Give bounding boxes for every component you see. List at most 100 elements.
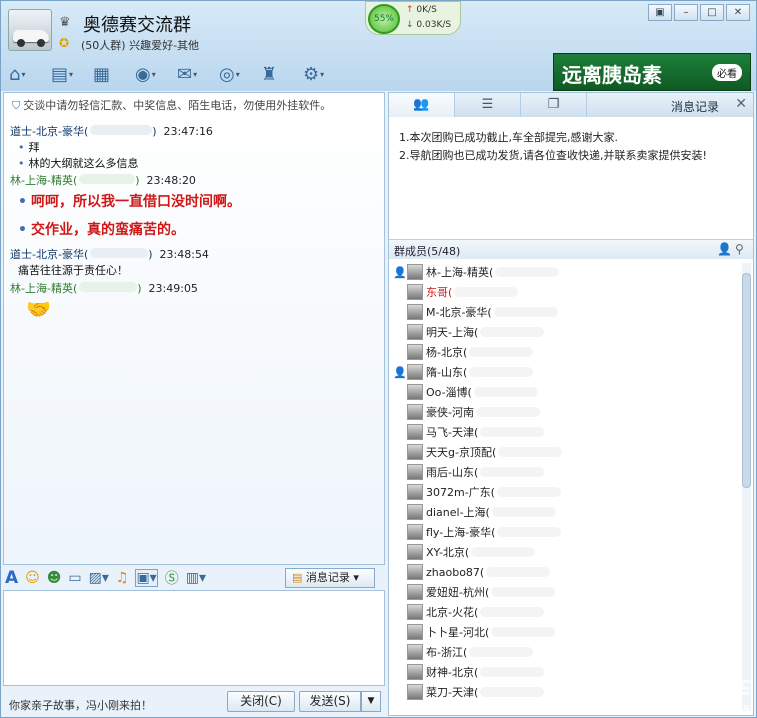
message-input[interactable]	[3, 590, 385, 686]
sougou-icon[interactable]: Ⓢ	[165, 568, 179, 588]
member-avatar	[407, 524, 423, 540]
member-item[interactable]: 北京-火花(	[393, 602, 545, 622]
redacted-number	[480, 427, 545, 437]
ad-banner[interactable]: 远离胰岛素 必看	[553, 53, 751, 91]
group-avatar[interactable]	[8, 9, 52, 51]
member-avatar	[407, 424, 423, 440]
home-icon[interactable]: ⌂ ▾	[9, 61, 45, 87]
member-item[interactable]: M-北京-豪华(	[393, 302, 558, 322]
board-icon[interactable]: ▦	[93, 61, 129, 87]
member-name: 天天g-京顶配(	[426, 446, 497, 459]
member-item[interactable]: 豪侠-河南	[393, 402, 540, 422]
share-icon[interactable]: ◉ ▾	[135, 61, 171, 87]
member-item[interactable]: 菜刀-天津(	[393, 682, 545, 702]
network-monitor[interactable]: 55% ↑ 0K/S ↓ 0.03K/S	[365, 1, 461, 35]
send-options-button[interactable]: ▼	[361, 691, 381, 712]
member-avatar	[407, 304, 423, 320]
member-avatar	[407, 464, 423, 480]
close-button[interactable]: 关闭(C)	[227, 691, 295, 712]
message-line: • 林的大纲就这么多信息	[18, 157, 139, 170]
member-item[interactable]: 东哥(	[393, 282, 519, 302]
tab-message-record[interactable]: 消息记录	[671, 98, 719, 115]
camera-icon[interactable]: ◎ ▾	[219, 61, 255, 87]
font-icon[interactable]: A	[5, 568, 18, 588]
redacted-number	[454, 287, 519, 297]
member-avatar	[407, 324, 423, 340]
screenshot-icon[interactable]: ▣▾	[135, 569, 158, 587]
member-avatar	[407, 284, 423, 300]
member-item[interactable]: 明天-上海(	[393, 322, 545, 342]
member-avatar	[407, 584, 423, 600]
chat-add-icon[interactable]: ✉ ▾	[177, 61, 213, 87]
police-icon[interactable]: ♜	[261, 61, 297, 87]
files-icon: ❐	[547, 97, 560, 112]
member-item[interactable]: 马飞-天津(	[393, 422, 545, 442]
member-item[interactable]: 天天g-京顶配(	[393, 442, 563, 462]
member-item[interactable]: zhaobo87(	[393, 562, 551, 582]
tab-members[interactable]: 👥	[389, 93, 455, 117]
message-header: 林-上海-精英() 23:49:05	[10, 282, 198, 295]
redacted-number	[471, 547, 536, 557]
smiley-icon[interactable]: ☺	[25, 570, 40, 586]
member-item[interactable]: 👤 隋-山东(	[393, 362, 534, 382]
redacted-number	[498, 447, 563, 457]
member-item[interactable]: 3072m-广东(	[393, 482, 561, 502]
network-percent: 55%	[368, 4, 400, 34]
scrollbar[interactable]	[742, 263, 751, 711]
message-line: • 交作业，真的蛮痛苦的。	[18, 222, 185, 238]
magic-emoji-icon[interactable]: ☻	[47, 570, 62, 586]
image-icon[interactable]: ▨▾	[89, 570, 109, 586]
add-member-icon[interactable]: 👤	[717, 242, 732, 256]
member-name: 豪侠-河南	[426, 406, 474, 419]
group-type-icon: ♛	[59, 15, 71, 30]
redacted-number	[491, 507, 556, 517]
calendar-icon[interactable]: ▥▾	[186, 570, 206, 586]
member-item[interactable]: 👤 林-上海-精英(	[393, 262, 560, 282]
member-item[interactable]: 财神-北京(	[393, 662, 545, 682]
search-icon[interactable]: ⚲	[735, 242, 744, 256]
member-item[interactable]: 杨-北京(	[393, 342, 534, 362]
member-list[interactable]: 👤 林-上海-精英(东哥(M-北京-豪华(明天-上海(杨-北京(👤 隋-山东(Oo-…	[389, 260, 753, 717]
member-avatar	[407, 504, 423, 520]
ad-badge: 必看	[712, 64, 742, 81]
member-item[interactable]: dianel-上海(	[393, 502, 556, 522]
member-avatar	[407, 624, 423, 640]
tab-files[interactable]: ❐	[521, 93, 587, 117]
skin-button[interactable]: ▣	[648, 4, 672, 21]
window-subtitle: (50人群) 兴趣爱好-其他	[81, 39, 200, 52]
member-name: fly-上海-豪华(	[426, 526, 496, 539]
member-name: 布-浙江(	[426, 646, 468, 659]
send-button[interactable]: 发送(S)	[299, 691, 361, 712]
members-header: 群成员(5/48) 👤 ⚲	[389, 239, 753, 259]
member-item[interactable]: 卜卜星-河北(	[393, 622, 556, 642]
download-speed: 0.03K/S	[416, 20, 452, 30]
member-item[interactable]: 布-浙江(	[393, 642, 534, 662]
security-notice: ⛉ 交谈中请勿轻信汇款、中奖信息、陌生电话，勿使用外挂软件。	[12, 99, 332, 112]
member-item[interactable]: Oo-淄博(	[393, 382, 538, 402]
tab-list[interactable]: ☰	[455, 93, 521, 117]
folder-icon[interactable]: ▤ ▾	[51, 61, 87, 87]
gear-icon[interactable]: ⚙ ▾	[303, 61, 339, 87]
message-record-button[interactable]: ▤ 消息记录 ▾	[285, 568, 375, 588]
ad-slogan-link[interactable]: 你家亲子故事，冯小刚来拍！	[9, 697, 152, 713]
toolbar: ⌂ ▾ ▤ ▾ ▦ ◉ ▾ ✉ ▾ ◎ ▾ ♜ ⚙ ▾	[9, 61, 339, 87]
member-item[interactable]: 雨后-山东(	[393, 462, 545, 482]
music-icon[interactable]: ♫	[116, 570, 129, 586]
member-name: 菜刀-天津(	[426, 686, 479, 699]
chat-history[interactable]: ⛉ 交谈中请勿轻信汇款、中奖信息、陌生电话，勿使用外挂软件。 道士-北京-豪华()…	[3, 92, 385, 565]
minimize-button[interactable]: –	[674, 4, 698, 21]
scrollbar-thumb[interactable]	[742, 273, 751, 488]
redacted-number	[469, 647, 534, 657]
close-window-button[interactable]: ✕	[726, 4, 750, 21]
admin-icon: 👤	[393, 265, 407, 279]
maximize-button[interactable]: □	[700, 4, 724, 21]
close-icon[interactable]: ✕	[735, 96, 747, 112]
member-avatar	[407, 564, 423, 580]
message-line: • 拜	[18, 141, 40, 154]
shake-icon[interactable]: ▭	[68, 570, 81, 586]
member-item[interactable]: XY-北京(	[393, 542, 536, 562]
member-item[interactable]: 爱妞妞-杭州(	[393, 582, 556, 602]
member-item[interactable]: fly-上海-豪华(	[393, 522, 562, 542]
members-icon: 👥	[413, 97, 430, 112]
admin-icon: 👤	[393, 365, 407, 379]
